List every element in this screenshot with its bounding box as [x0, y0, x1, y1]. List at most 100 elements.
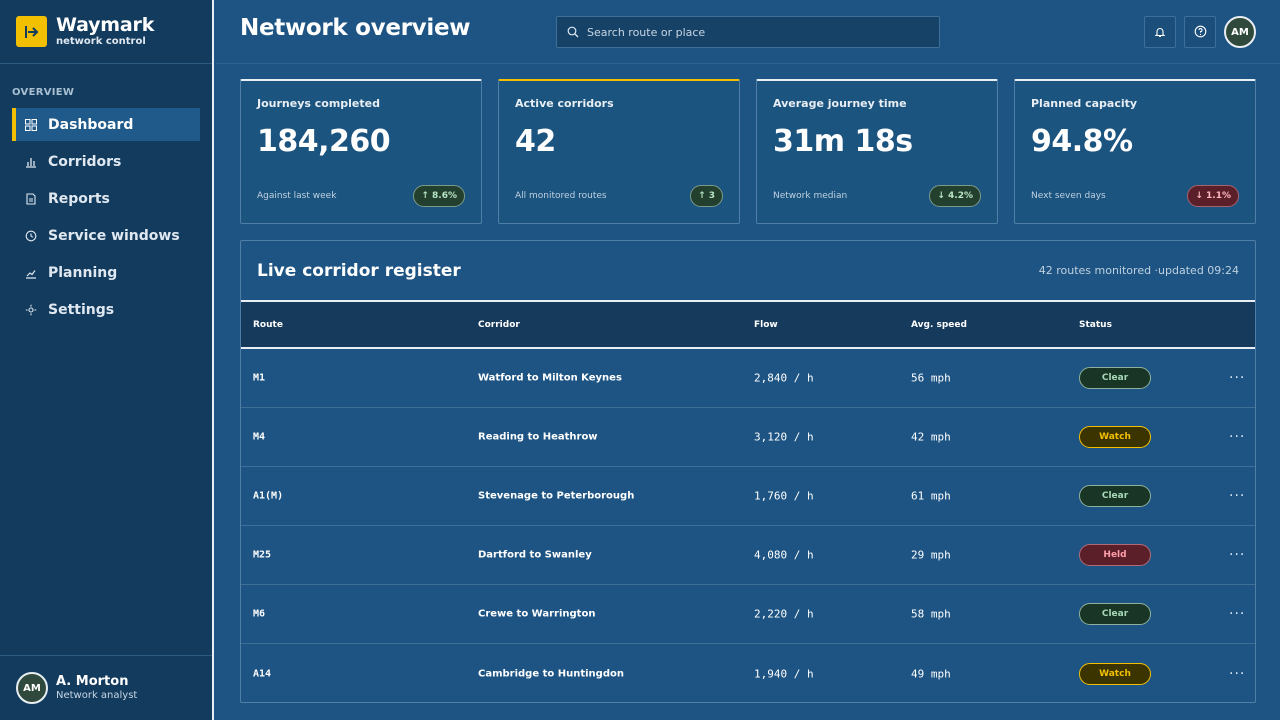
sidebar-item-service-windows[interactable]: Service windows — [12, 219, 200, 252]
search-icon — [567, 23, 579, 42]
avatar: AM — [16, 672, 48, 704]
gear-icon — [25, 304, 37, 316]
flow-cell: 1,940 / h — [754, 667, 814, 680]
stat-card-corridors: Active corridors 42 All monitored routes… — [498, 79, 740, 224]
stat-value: 94.8% — [1031, 124, 1133, 159]
stat-card-journey-time: Average journey time 31m 18s Network med… — [756, 79, 998, 224]
table-header: Route Corridor Flow Avg. speed Status — [241, 300, 1255, 349]
status-badge: Watch — [1079, 662, 1151, 685]
status-badge: Clear — [1079, 485, 1151, 507]
stat-label: Journeys completed — [257, 97, 380, 110]
stat-delta-badge: ↓ 4.2% — [929, 185, 981, 207]
speed-cell: 61 mph — [911, 489, 951, 503]
bar-chart-icon — [25, 156, 37, 168]
notifications-button[interactable] — [1144, 16, 1176, 48]
sidebar-item-corridors[interactable]: Corridors — [12, 145, 200, 178]
table-row[interactable]: M25 Dartford to Swanley 4,080 / h 29 mph… — [241, 526, 1255, 585]
route-cell: M25 — [253, 549, 272, 561]
stat-value: 184,260 — [257, 124, 391, 159]
sidebar-item-label: Reports — [48, 190, 110, 207]
row-more-icon[interactable]: ··· — [1229, 606, 1245, 622]
sidebar-item-planning[interactable]: Planning — [12, 256, 200, 289]
status-badge: Held — [1079, 544, 1151, 566]
top-bar: Network overview AM — [216, 0, 1280, 64]
stat-note: Against last week — [257, 191, 337, 201]
stat-card-capacity: Planned capacity 94.8% Next seven days ↓… — [1014, 79, 1256, 224]
brand-subtitle: network control — [56, 35, 146, 47]
sidebar-item-label: Planning — [48, 264, 118, 281]
table-row[interactable]: M6 Crewe to Warrington 2,220 / h 58 mph … — [241, 585, 1255, 644]
route-cell: M1 — [253, 372, 266, 384]
speed-cell: 56 mph — [911, 371, 951, 385]
sidebar-item-label: Settings — [48, 301, 115, 318]
trend-line-icon — [25, 267, 37, 279]
table-row[interactable]: A1(M) Stevenage to Peterborough 1,760 / … — [241, 467, 1255, 526]
brand-name: Waymark — [56, 13, 155, 36]
corridor-cell: Crewe to Warrington — [478, 608, 596, 620]
sidebar: Waymark network control OVERVIEW Dashboa… — [0, 0, 214, 720]
row-more-icon[interactable]: ··· — [1229, 429, 1245, 445]
sidebar-item-label: Dashboard — [48, 116, 134, 133]
table-row[interactable]: A14 Cambridge to Huntingdon 1,940 / h 49… — [241, 644, 1255, 702]
row-more-icon[interactable]: ··· — [1229, 370, 1245, 386]
stat-value: 31m 18s — [773, 124, 913, 159]
brand[interactable]: Waymark network control — [0, 0, 212, 64]
sidebar-item-label: Corridors — [48, 153, 122, 170]
sidebar-item-dashboard[interactable]: Dashboard — [12, 108, 200, 141]
table-row[interactable]: M1 Watford to Milton Keynes 2,840 / h 56… — [241, 349, 1255, 408]
stat-delta-badge: ↑ 3 — [690, 185, 723, 207]
corridor-cell: Watford to Milton Keynes — [478, 372, 622, 384]
table-row[interactable]: M4 Reading to Heathrow 3,120 / h 42 mph … — [241, 408, 1255, 467]
column-header-flow[interactable]: Flow — [754, 320, 778, 330]
stat-note: Next seven days — [1031, 191, 1106, 201]
corridor-cell: Reading to Heathrow — [478, 431, 598, 443]
corridor-cell: Stevenage to Peterborough — [478, 490, 635, 502]
stat-label: Average journey time — [773, 97, 907, 110]
corridor-cell: Cambridge to Huntingdon — [478, 668, 624, 679]
bell-icon — [1154, 23, 1166, 42]
user-profile[interactable]: AM A. Morton Network analyst — [0, 655, 212, 720]
route-cell: M4 — [253, 431, 266, 443]
route-cell: A14 — [253, 668, 272, 679]
flow-cell: 1,760 / h — [754, 489, 814, 503]
corridor-cell: Dartford to Swanley — [478, 549, 592, 561]
document-icon — [25, 192, 37, 205]
row-more-icon[interactable]: ··· — [1229, 547, 1245, 563]
route-cell: M6 — [253, 608, 266, 620]
waymark-logo-icon — [16, 16, 47, 47]
column-header-route[interactable]: Route — [253, 320, 283, 330]
page-title: Network overview — [240, 15, 471, 41]
corridor-register: Live corridor register 42 routes monitor… — [240, 240, 1256, 703]
speed-cell: 49 mph — [911, 667, 951, 680]
sidebar-item-settings[interactable]: Settings — [12, 293, 200, 326]
register-title: Live corridor register — [257, 260, 461, 281]
search-box[interactable] — [556, 16, 940, 48]
stat-delta-badge: ↑ 8.6% — [413, 185, 465, 207]
flow-cell: 2,840 / h — [754, 371, 814, 385]
register-meta: 42 routes monitored ·updated 09:24 — [1038, 264, 1239, 277]
stat-note: All monitored routes — [515, 191, 607, 201]
speed-cell: 58 mph — [911, 607, 951, 621]
flow-cell: 3,120 / h — [754, 430, 814, 444]
sidebar-item-reports[interactable]: Reports — [12, 182, 200, 215]
column-header-corridor[interactable]: Corridor — [478, 320, 520, 330]
row-more-icon[interactable]: ··· — [1229, 666, 1245, 682]
flow-cell: 4,080 / h — [754, 548, 814, 562]
column-header-status[interactable]: Status — [1079, 320, 1112, 330]
user-name: A. Morton — [56, 674, 129, 689]
stat-card-journeys: Journeys completed 184,260 Against last … — [240, 79, 482, 224]
help-icon — [1194, 23, 1207, 42]
help-button[interactable] — [1184, 16, 1216, 48]
row-more-icon[interactable]: ··· — [1229, 488, 1245, 504]
stat-note: Network median — [773, 191, 848, 201]
column-header-speed[interactable]: Avg. speed — [911, 320, 967, 330]
sidebar-nav: Dashboard Corridors Reports Service wind… — [0, 108, 212, 326]
account-avatar[interactable]: AM — [1224, 16, 1256, 48]
search-input[interactable] — [587, 25, 927, 39]
speed-cell: 42 mph — [911, 430, 951, 444]
clock-icon — [25, 230, 37, 242]
grid-icon — [25, 118, 37, 131]
status-badge: Clear — [1079, 603, 1151, 625]
stat-label: Active corridors — [515, 97, 614, 110]
speed-cell: 29 mph — [911, 548, 951, 562]
